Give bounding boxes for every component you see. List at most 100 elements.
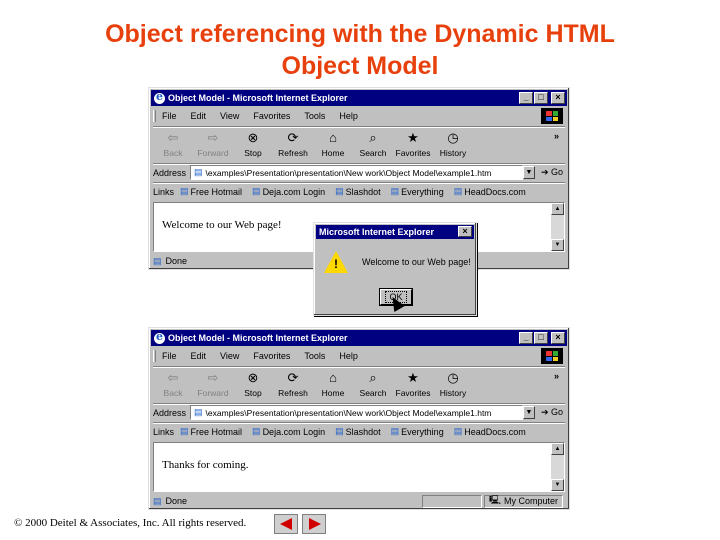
link-free-hotmail[interactable]: ▤ Free Hotmail xyxy=(180,426,242,437)
search-icon: ⌕ xyxy=(369,130,377,145)
forward-arrow-icon: ⇨ xyxy=(207,130,219,145)
address-input[interactable]: ▤ \examples\Presentation\presentation\Ne… xyxy=(190,165,523,180)
ie-window-bottom: Object Model - Microsoft Internet Explor… xyxy=(148,327,570,510)
search-button[interactable]: ⌕ Search xyxy=(353,127,393,161)
dialog-titlebar[interactable]: Microsoft Internet Explorer × xyxy=(316,225,474,239)
close-button[interactable]: × xyxy=(551,332,565,344)
link-slashdot[interactable]: ▤ Slashdot xyxy=(335,426,381,437)
history-button[interactable]: ◷ History xyxy=(433,367,473,401)
toolbar-more-chevron-icon[interactable]: » xyxy=(554,371,559,381)
menu-file[interactable]: File xyxy=(162,351,177,361)
minimize-button[interactable]: _ xyxy=(519,92,533,104)
favorites-button[interactable]: ★ Favorites xyxy=(393,127,433,161)
close-button[interactable]: × xyxy=(551,92,565,104)
menu-view[interactable]: View xyxy=(220,111,239,121)
scroll-down-button[interactable]: ▼ xyxy=(551,479,564,491)
go-button[interactable]: ➔ Go xyxy=(541,407,563,418)
minimize-button[interactable]: _ xyxy=(519,332,533,344)
computer-icon: 🖳 xyxy=(488,495,501,505)
maximize-button[interactable]: □ xyxy=(534,332,548,344)
stop-button[interactable]: ⊗ Stop xyxy=(233,367,273,401)
menu-tools[interactable]: Tools xyxy=(304,111,325,121)
stop-icon: ⊗ xyxy=(247,130,259,145)
search-icon: ⌕ xyxy=(369,370,377,385)
link-page-icon: ▤ xyxy=(453,186,463,196)
link-everything[interactable]: ▤ Everything xyxy=(391,426,444,437)
refresh-icon: ⟳ xyxy=(287,370,299,385)
page-icon: ▤ xyxy=(194,407,203,417)
address-dropdown-button[interactable]: ▼ xyxy=(522,406,535,419)
link-deja-login[interactable]: ▤ Deja.com Login xyxy=(252,426,325,437)
history-button[interactable]: ◷ History xyxy=(433,127,473,161)
stop-label: Stop xyxy=(244,148,262,158)
home-button[interactable]: ⌂ Home xyxy=(313,367,353,401)
forward-button[interactable]: ⇨ Forward xyxy=(193,127,233,161)
home-label: Home xyxy=(321,388,345,398)
page-icon: ▤ xyxy=(194,167,203,177)
menu-edit[interactable]: Edit xyxy=(191,111,207,121)
previous-slide-icon[interactable] xyxy=(274,514,298,534)
vertical-scrollbar[interactable]: ▲ ▼ xyxy=(551,443,564,491)
vertical-scrollbar[interactable]: ▲ ▼ xyxy=(551,203,564,251)
back-button[interactable]: ⇦ Back xyxy=(153,367,193,401)
link-page-icon: ▤ xyxy=(390,426,400,436)
menu-help[interactable]: Help xyxy=(339,351,358,361)
address-input[interactable]: ▤ \examples\Presentation\presentation\Ne… xyxy=(190,405,523,420)
links-label: Links xyxy=(153,426,175,437)
dialog-message: Welcome to our Web page! xyxy=(362,257,471,267)
scroll-down-button[interactable]: ▼ xyxy=(551,239,564,251)
window-titlebar[interactable]: Object Model - Microsoft Internet Explor… xyxy=(151,330,567,346)
link-free-hotmail[interactable]: ▤ Free Hotmail xyxy=(180,186,242,197)
favorites-icon: ★ xyxy=(407,370,419,385)
go-button[interactable]: ➔ Go xyxy=(541,167,563,178)
refresh-icon: ⟳ xyxy=(287,130,299,145)
menu-favorites[interactable]: Favorites xyxy=(253,111,290,121)
status-page-icon: ▤ xyxy=(153,255,162,266)
status-done: Done xyxy=(165,256,188,266)
standard-toolbar: ⇦ Back ⇨ Forward ⊗ Stop ⟳ Refresh ⌂ Home ⌕ Sea… xyxy=(153,126,565,162)
toolbar-more-chevron-icon[interactable]: » xyxy=(554,131,559,141)
toolbar-grip[interactable] xyxy=(153,350,156,362)
status-bar: ▤ Done 🖳 My Computer xyxy=(153,494,565,508)
refresh-label: Refresh xyxy=(278,148,308,158)
menu-favorites[interactable]: Favorites xyxy=(253,351,290,361)
dialog-close-button[interactable]: × xyxy=(458,226,472,237)
search-button[interactable]: ⌕ Search xyxy=(353,367,393,401)
dialog-title: Microsoft Internet Explorer xyxy=(319,227,435,237)
forward-button[interactable]: ⇨ Forward xyxy=(193,367,233,401)
link-everything[interactable]: ▤ Everything xyxy=(391,186,444,197)
history-label: History xyxy=(439,148,467,158)
link-label: Deja.com Login xyxy=(262,426,326,437)
menu-file[interactable]: File xyxy=(162,111,177,121)
menu-view[interactable]: View xyxy=(220,351,239,361)
link-page-icon: ▤ xyxy=(335,426,344,436)
link-slashdot[interactable]: ▤ Slashdot xyxy=(335,186,381,197)
toolbar-grip[interactable] xyxy=(153,110,156,122)
refresh-button[interactable]: ⟳ Refresh xyxy=(273,127,313,161)
menu-help[interactable]: Help xyxy=(339,111,358,121)
link-page-icon: ▤ xyxy=(453,426,463,436)
forward-arrow-icon: ⇨ xyxy=(207,370,219,385)
menu-edit[interactable]: Edit xyxy=(191,351,207,361)
slide-title-line-1: Object referencing with the Dynamic HTML xyxy=(105,20,615,48)
scroll-up-button[interactable]: ▲ xyxy=(551,443,564,455)
back-button[interactable]: ⇦ Back xyxy=(153,127,193,161)
home-button[interactable]: ⌂ Home xyxy=(313,127,353,161)
maximize-button[interactable]: □ xyxy=(534,92,548,104)
status-page-icon: ▤ xyxy=(153,495,162,506)
stop-button[interactable]: ⊗ Stop xyxy=(233,127,273,161)
link-deja-login[interactable]: ▤ Deja.com Login xyxy=(252,186,325,197)
status-panel xyxy=(421,494,482,508)
favorites-button[interactable]: ★ Favorites xyxy=(393,367,433,401)
address-label: Address xyxy=(153,407,187,418)
address-dropdown-button[interactable]: ▼ xyxy=(522,166,535,179)
next-slide-icon[interactable] xyxy=(302,514,326,534)
go-label: Go xyxy=(550,407,563,417)
scroll-up-button[interactable]: ▲ xyxy=(551,203,564,215)
history-icon: ◷ xyxy=(447,370,459,385)
window-titlebar[interactable]: Object Model - Microsoft Internet Explor… xyxy=(151,90,567,106)
link-headdocs[interactable]: ▤ HeadDocs.com xyxy=(454,186,526,197)
menu-tools[interactable]: Tools xyxy=(304,351,325,361)
refresh-button[interactable]: ⟳ Refresh xyxy=(273,367,313,401)
link-headdocs[interactable]: ▤ HeadDocs.com xyxy=(454,426,526,437)
